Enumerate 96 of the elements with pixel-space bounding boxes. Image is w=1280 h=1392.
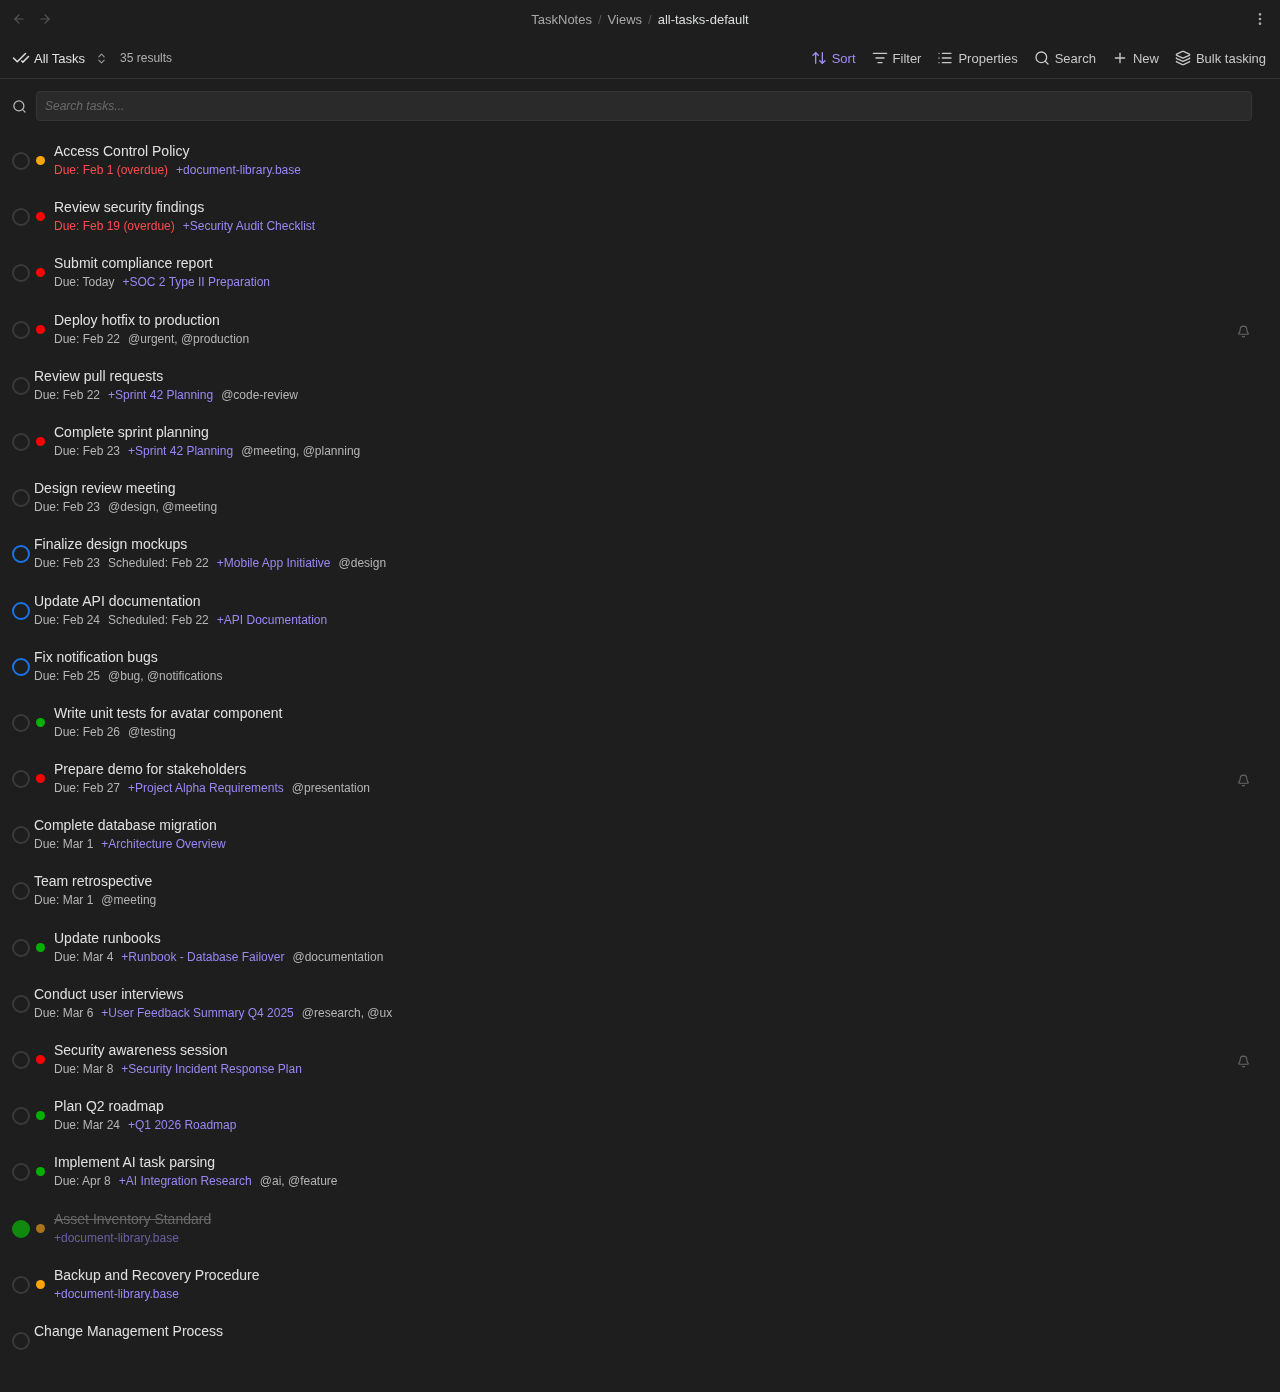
task-title[interactable]: Design review meeting: [34, 480, 218, 497]
project-link[interactable]: +Mobile App Initiative: [216, 556, 331, 571]
project-link[interactable]: +Project Alpha Requirements: [128, 781, 284, 796]
tag-list: @ai, @feature: [259, 1174, 338, 1189]
due-date: Due: Feb 25: [34, 668, 101, 683]
due-date: Due: Today: [54, 275, 115, 290]
due-date: Due: Feb 22: [54, 331, 121, 346]
status-circle[interactable]: [12, 657, 30, 676]
task-title[interactable]: Fix notification bugs: [34, 648, 223, 665]
toolbar-button[interactable]: New: [1111, 50, 1159, 66]
scheduled-date: Scheduled: Feb 22: [108, 612, 209, 627]
project-link[interactable]: +Sprint 42 Planning: [128, 443, 234, 458]
project-link[interactable]: +SOC 2 Type II Preparation: [122, 275, 271, 290]
sort-icon: [810, 50, 827, 66]
task-title[interactable]: Security awareness session: [54, 1042, 302, 1058]
scheduled-date: Scheduled: Feb 22: [108, 556, 209, 571]
due-date: Due: Feb 23: [34, 500, 101, 515]
tag-list: @research, @ux: [301, 1005, 393, 1020]
toolbar-button[interactable]: Filter: [871, 50, 922, 66]
due-date: Due: Feb 1 (overdue): [54, 163, 169, 177]
project-link[interactable]: +document-library.base: [54, 1286, 179, 1301]
tag-list: @meeting, @planning: [241, 443, 361, 458]
due-date: Due: Feb 23: [54, 443, 121, 458]
due-date: Due: Apr 8: [54, 1174, 111, 1189]
tag-list: @bug, @notifications: [108, 668, 223, 683]
result-count: 35 results: [120, 51, 173, 65]
due-date: Due: Feb 22: [34, 387, 101, 402]
due-date: Due: Mar 6: [34, 1005, 94, 1020]
task-title[interactable]: Complete database migration: [34, 817, 226, 834]
due-date: Due: Feb 23: [34, 556, 101, 571]
list-icon: [937, 50, 954, 66]
project-link[interactable]: +API Documentation: [216, 612, 328, 627]
status-circle[interactable]: [12, 545, 30, 564]
breadcrumb-item[interactable]: TaskNotes: [531, 11, 592, 27]
task-title[interactable]: Review pull requests: [34, 367, 298, 384]
due-date: Due: Feb 26: [54, 724, 121, 739]
project-link[interactable]: +Sprint 42 Planning: [108, 387, 214, 402]
tag-list: @code-review: [221, 387, 298, 402]
task-title[interactable]: Prepare demo for stakeholders: [54, 761, 371, 778]
task-title[interactable]: Update runbooks: [54, 929, 384, 946]
project-link[interactable]: +Runbook - Database Failover: [121, 949, 285, 964]
bell-icon[interactable]: [1237, 774, 1250, 788]
project-link[interactable]: +AI Integration Research: [118, 1174, 252, 1189]
task-title[interactable]: Team retrospective: [34, 873, 157, 890]
task-title[interactable]: Update API documentation: [34, 592, 328, 609]
due-date: Due: Mar 1: [34, 893, 94, 908]
task-title[interactable]: Implement AI task parsing: [54, 1154, 338, 1171]
project-link[interactable]: +Security Incident Response Plan: [121, 1062, 302, 1076]
filter-icon: [871, 50, 888, 66]
task-title[interactable]: Finalize design mockups: [34, 536, 387, 553]
toolbar-button[interactable]: Sort: [810, 50, 856, 66]
search-icon: [1033, 50, 1050, 66]
tag-list: @urgent, @production: [128, 331, 250, 346]
due-date: Due: Feb 24: [34, 612, 101, 627]
search-field[interactable]: Search tasks...: [36, 91, 1252, 121]
status-circle[interactable]: [12, 601, 30, 620]
task-title[interactable]: Deploy hotfix to production: [54, 311, 250, 328]
due-date: Due: Mar 8: [54, 1062, 114, 1076]
due-date: Due: Mar 1: [34, 837, 94, 852]
tag-list: @testing: [128, 724, 176, 739]
project-link[interactable]: +Security Audit Checklist: [182, 219, 316, 234]
search-icon: [12, 98, 27, 114]
project-link[interactable]: +Architecture Overview: [101, 837, 226, 852]
breadcrumb-item[interactable]: Views: [607, 11, 643, 27]
project-link[interactable]: +User Feedback Summary Q4 2025: [101, 1005, 294, 1020]
task-title[interactable]: Change Management Process: [34, 1322, 224, 1339]
task-title[interactable]: Complete sprint planning: [54, 423, 361, 440]
task-title[interactable]: Access Control Policy: [54, 143, 301, 159]
tag-list: @meeting: [101, 893, 157, 908]
task-title[interactable]: Plan Q2 roadmap: [54, 1098, 237, 1115]
tag-list: @design, @meeting: [108, 500, 218, 515]
project-link[interactable]: +document-library.base: [176, 163, 301, 177]
task-title[interactable]: Conduct user interviews: [34, 985, 393, 1002]
task-title[interactable]: Review security findings: [54, 199, 316, 216]
task-title[interactable]: Write unit tests for avatar component: [54, 704, 283, 721]
status-circle[interactable]: [12, 1219, 30, 1238]
due-date: Due: Feb 27: [54, 781, 121, 796]
tag-list: @documentation: [292, 949, 384, 964]
bell-icon[interactable]: [1237, 324, 1250, 338]
toolbar-button[interactable]: Search: [1033, 50, 1096, 66]
breadcrumb-separator: /: [648, 11, 652, 27]
bell-icon[interactable]: [1237, 1055, 1250, 1068]
breadcrumb-item[interactable]: all-tasks-default: [657, 11, 749, 27]
breadcrumb-separator: /: [597, 11, 602, 27]
due-date: Due: Feb 19 (overdue): [54, 219, 175, 234]
project-link[interactable]: +Q1 2026 Roadmap: [128, 1118, 237, 1133]
due-date: Due: Mar 4: [54, 949, 114, 964]
task-title[interactable]: Backup and Recovery Procedure: [54, 1266, 260, 1283]
view-selector[interactable]: All Tasks: [12, 49, 109, 67]
toolbar-button[interactable]: Properties: [937, 50, 1018, 66]
toolbar-button[interactable]: Bulk tasking: [1174, 50, 1266, 66]
task-title[interactable]: Submit compliance report: [54, 255, 271, 272]
layers-icon: [1174, 50, 1191, 66]
due-date: Due: Mar 24: [54, 1118, 121, 1133]
tag-list: @presentation: [291, 781, 371, 796]
tag-list: @design: [338, 556, 387, 571]
